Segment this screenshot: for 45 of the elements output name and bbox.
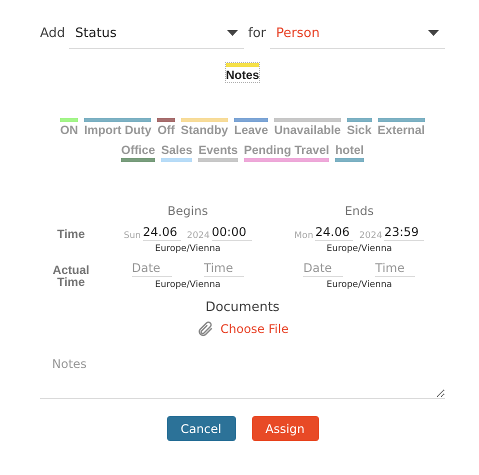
- type-select[interactable]: Status: [69, 18, 244, 49]
- date-field[interactable]: 24.06: [142, 224, 181, 241]
- status-option[interactable]: Events: [198, 143, 238, 162]
- time-field[interactable]: 00:00: [212, 224, 252, 241]
- status-option[interactable]: Standby: [180, 118, 228, 137]
- status-option[interactable]: Pending Travel: [244, 143, 330, 162]
- weekday: Mon: [294, 231, 314, 241]
- status-option[interactable]: Off: [157, 118, 175, 137]
- status-option[interactable]: ON: [60, 118, 78, 137]
- timezone: Europe/Vienna: [326, 280, 392, 290]
- date-field[interactable]: Date: [132, 260, 172, 277]
- time-field[interactable]: Time: [375, 260, 416, 277]
- documents-heading: Documents: [205, 300, 280, 315]
- choose-file-button[interactable]: Choose File: [220, 322, 289, 336]
- status-option[interactable]: hotel: [335, 143, 364, 162]
- begins-heading: Begins: [166, 204, 209, 218]
- time-field[interactable]: 23:59: [384, 224, 424, 241]
- status-option[interactable]: Sales: [161, 143, 192, 162]
- date-field[interactable]: 24.06: [315, 224, 354, 241]
- ends-heading: Ends: [344, 204, 375, 218]
- paperclip-icon: [196, 319, 214, 339]
- for-label: for: [248, 26, 266, 41]
- weekday: Sun: [124, 231, 141, 241]
- year: 2024: [186, 231, 210, 241]
- caret-icon: [227, 30, 238, 36]
- status-option[interactable]: Sick: [346, 118, 372, 137]
- timezone: Europe/Vienna: [154, 280, 221, 290]
- year: 2024: [359, 231, 382, 241]
- date-field[interactable]: Date: [303, 260, 344, 277]
- row-label: Actual Time: [52, 262, 90, 290]
- status-option[interactable]: External: [378, 118, 425, 137]
- row-label: Time: [56, 226, 86, 243]
- caret-icon: [428, 30, 440, 36]
- assign-button[interactable]: Assign: [252, 416, 318, 441]
- time-field[interactable]: Time: [204, 260, 244, 277]
- status-option[interactable]: Notes: [226, 63, 260, 82]
- cancel-button[interactable]: Cancel: [166, 416, 236, 441]
- person-select[interactable]: Person: [270, 18, 446, 49]
- status-option[interactable]: Import Duty: [84, 118, 152, 137]
- timezone: Europe/Vienna: [154, 244, 221, 254]
- status-option[interactable]: Leave: [234, 118, 268, 137]
- status-option[interactable]: Unavailable: [274, 118, 341, 137]
- status-option[interactable]: Office: [121, 143, 156, 162]
- add-label: Add: [40, 26, 66, 41]
- timezone: Europe/Vienna: [326, 244, 392, 254]
